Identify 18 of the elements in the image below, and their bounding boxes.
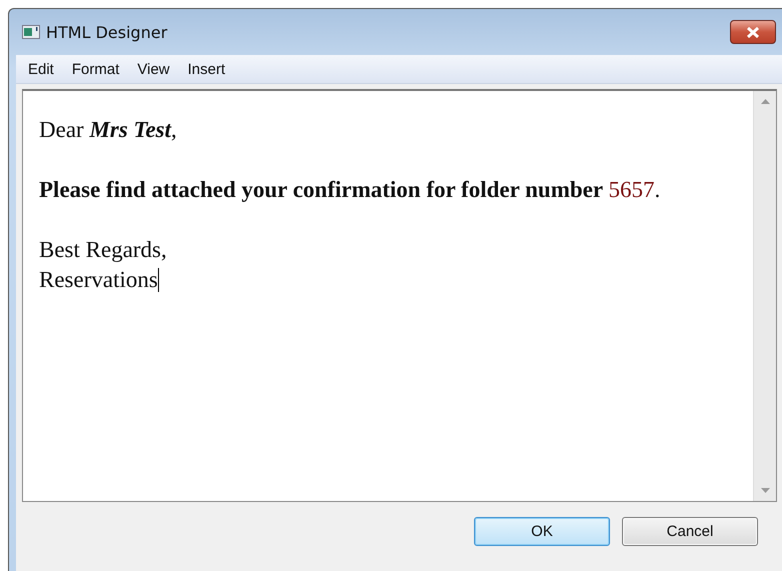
scroll-up-icon[interactable]	[760, 99, 770, 104]
cancel-button[interactable]: Cancel	[622, 516, 758, 546]
window-title: HTML Designer	[46, 22, 168, 42]
text-line: Dear Mrs Test,	[39, 116, 177, 144]
scroll-down-icon[interactable]	[760, 488, 770, 493]
editor-area[interactable]: Dear Mrs Test, Please find attached your confirmation for folder number 5657. Best Regards, Reservations	[22, 89, 777, 502]
menu-item[interactable]: Format	[64, 60, 130, 78]
ok-button[interactable]: OK	[474, 516, 610, 546]
text-line: Reservations	[39, 266, 158, 294]
menu-item[interactable]: View	[129, 60, 180, 78]
text-line: Best Regards,	[39, 236, 167, 264]
text-line: Please find attached your confirmation for folder number 5657.	[39, 176, 660, 204]
menu-item[interactable]: Insert	[180, 60, 236, 78]
close-button[interactable]	[730, 20, 776, 44]
app-icon	[22, 25, 40, 39]
menu-item[interactable]: Edit	[20, 60, 64, 78]
close-icon	[746, 26, 760, 38]
scrollbar[interactable]	[753, 91, 776, 501]
